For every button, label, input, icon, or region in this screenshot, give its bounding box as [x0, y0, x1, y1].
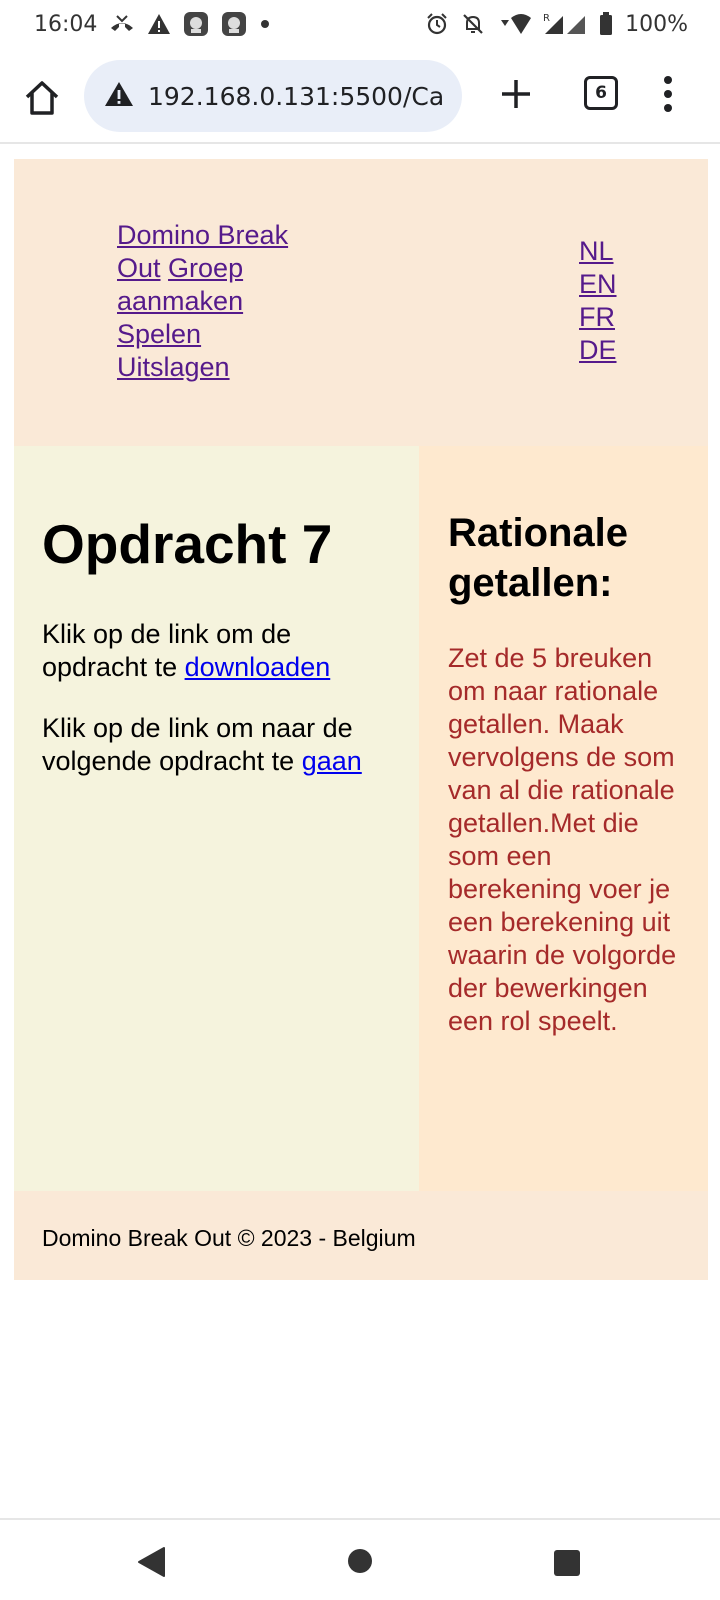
lang-link-en[interactable]: EN [579, 268, 639, 301]
aside-body: Zet de 5 breuken om naar rationale getal… [448, 643, 677, 1036]
plus-icon [502, 80, 530, 108]
next-link[interactable]: gaan [302, 746, 362, 776]
missed-call-icon [109, 14, 135, 34]
browser-toolbar: 192.168.0.131:5500/Ca 6 [0, 52, 720, 144]
main-nav: Domino Break Out Groep aanmaken Spelen U… [117, 219, 307, 384]
nav-link-play[interactable]: Spelen [117, 319, 201, 349]
home-button[interactable] [22, 78, 62, 118]
wifi-icon [497, 12, 532, 36]
url-bar[interactable]: 192.168.0.131:5500/Ca [84, 60, 462, 132]
status-time: 16:04 [34, 11, 98, 37]
dot-icon [259, 18, 271, 30]
circle-icon [348, 1549, 372, 1573]
battery-icon [599, 12, 613, 36]
square-icon [554, 1550, 580, 1576]
url-text: 192.168.0.131:5500/Ca [148, 81, 445, 111]
warning-icon [147, 13, 171, 35]
page-footer: Domino Break Out © 2023 - Belgium [14, 1191, 708, 1280]
status-left: 16:04 [34, 11, 271, 37]
tab-count: 6 [595, 83, 607, 103]
back-button[interactable] [136, 1546, 166, 1583]
download-paragraph: Klik op de link om de opdracht te downlo… [42, 618, 391, 684]
signal-icon: R [543, 12, 587, 36]
battery-percent: 100% [625, 11, 688, 37]
status-bar: 16:04 R 100% [0, 0, 720, 48]
nav-link-results[interactable]: Uitslagen [117, 352, 230, 382]
next-paragraph: Klik op de link om naar de volgende opdr… [42, 712, 391, 778]
page-title: Opdracht 7 [42, 513, 333, 575]
recents-button[interactable] [553, 1549, 581, 1582]
download-link[interactable]: downloaden [185, 652, 331, 682]
more-vert-icon [664, 76, 672, 112]
app-icon [221, 11, 247, 37]
app-icon [183, 11, 209, 37]
home-nav-button[interactable] [347, 1548, 373, 1579]
svg-text:R: R [543, 13, 550, 24]
menu-button[interactable] [660, 72, 676, 116]
warning-icon [104, 81, 134, 112]
status-right: R 100% [425, 12, 688, 37]
footer-text: Domino Break Out © 2023 - Belgium [42, 1225, 416, 1251]
home-icon [25, 81, 59, 115]
back-icon [138, 1547, 165, 1577]
lang-link-nl[interactable]: NL [579, 235, 639, 268]
aside-title: Rationale getallen: [448, 511, 629, 605]
tab-switcher-button[interactable]: 6 [584, 76, 618, 110]
main-content: Opdracht 7 Klik op de link om de opdrach… [14, 446, 419, 1191]
lang-link-fr[interactable]: FR [579, 301, 639, 334]
language-switcher: NL EN FR DE [579, 235, 639, 367]
page-header: Domino Break Out Groep aanmaken Spelen U… [14, 159, 708, 446]
aside-panel: Rationale getallen: Zet de 5 breuken om … [419, 446, 708, 1191]
new-tab-button[interactable] [496, 74, 536, 114]
alarm-icon [425, 12, 449, 36]
mute-icon [461, 12, 485, 36]
lang-link-de[interactable]: DE [579, 334, 639, 367]
system-nav-bar [0, 1518, 720, 1600]
